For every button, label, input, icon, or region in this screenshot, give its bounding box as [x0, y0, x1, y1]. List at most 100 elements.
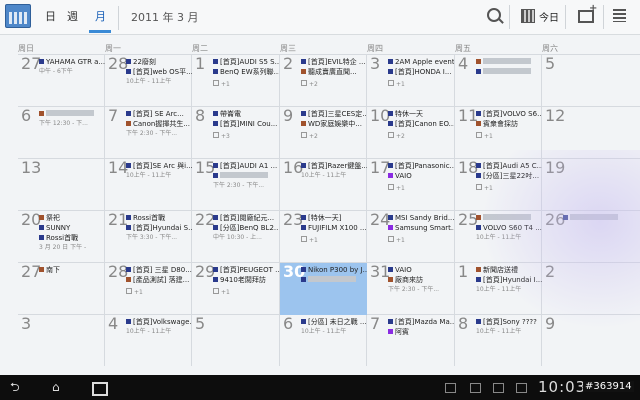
day-cell[interactable]: 16 [首頁]Razer鍵盤... 10上午 - 11上午	[280, 159, 367, 211]
event-chip[interactable]	[476, 214, 542, 222]
event-chip[interactable]: [首頁]閱廠紀元...	[213, 214, 279, 222]
day-cell[interactable]: 8 帶崙電 [首頁]MINI Cou... +3	[192, 107, 279, 159]
day-cell[interactable]: 20 祭祀 SUNNY Rossi首戰 3 月 20 日 下午 -	[18, 211, 105, 263]
day-cell[interactable]: 28 22廢刻 [首頁]web OS平... 10上午 - 11上午	[105, 55, 192, 107]
event-chip[interactable]: [首頁]Volkswage...	[126, 318, 192, 326]
event-chip[interactable]: 聽成賣廣直聞...	[301, 68, 367, 76]
event-chip[interactable]	[476, 68, 542, 76]
day-cell[interactable]: 2	[542, 263, 629, 315]
event-chip[interactable]: [首頁]Audi A5 C...	[476, 162, 542, 170]
event-chip[interactable]: [首頁]Canon EO...	[388, 120, 454, 128]
day-cell[interactable]: 13	[18, 159, 105, 211]
event-chip[interactable]: 廠商來訪	[388, 276, 454, 284]
day-cell[interactable]: 8 [首頁]Sony ???? 10上午 - 11上午	[455, 315, 542, 367]
event-chip[interactable]: 2AM Apple event	[388, 58, 454, 66]
more-events-indicator[interactable]: +1	[476, 184, 493, 192]
event-chip[interactable]: Rossi首戰	[39, 234, 105, 242]
event-chip[interactable]: VAIO	[388, 266, 454, 274]
more-events-indicator[interactable]: +1	[301, 236, 318, 244]
event-chip[interactable]: Nikon P300 by J...	[301, 266, 367, 274]
day-cell[interactable]: 29 [首頁]PEUGEOT ... 9410老闆拜訪 +1	[192, 263, 279, 315]
event-chip[interactable]: VAIO	[388, 172, 454, 180]
day-cell[interactable]: 17 [首頁]Panasonic... VAIO +1	[367, 159, 454, 211]
day-cell[interactable]: 7 [首頁] SE Arc... Canon握揮共生... 下午 2:30 - 下午.…	[105, 107, 192, 159]
day-cell[interactable]: 18 [首頁]Audi A5 C... [分區]三星22吋... +1	[455, 159, 542, 211]
tab-day[interactable]: 日	[45, 8, 56, 24]
day-cell[interactable]: 27 南下	[18, 263, 105, 315]
more-events-indicator[interactable]: +1	[476, 132, 493, 140]
day-cell[interactable]: 4 [首頁]Volkswage... 10上午 - 11上午	[105, 315, 192, 367]
day-cell[interactable]: 15 [首頁]AUDI A1 ... 下午 2:30 - 下午...	[192, 159, 279, 211]
month-title[interactable]: 2011 年 3 月	[131, 9, 198, 25]
more-events-indicator[interactable]: +1	[388, 236, 405, 244]
notification-icon[interactable]	[470, 383, 481, 393]
day-cell[interactable]: 25 VOLVO S60 T4 ... 10上午 - 11上午	[455, 211, 542, 263]
today-button[interactable]: 今日	[539, 9, 559, 24]
event-chip[interactable]: FUJIFILM X100 ...	[301, 224, 367, 232]
event-chip[interactable]	[213, 172, 279, 180]
event-chip[interactable]: [特休一天]	[301, 214, 367, 222]
event-chip[interactable]: 帶崙電	[213, 110, 279, 118]
event-chip[interactable]: [首頁] 三星 D80...	[126, 266, 192, 274]
tab-month[interactable]: 月	[95, 8, 106, 24]
day-cell[interactable]: 26	[542, 211, 629, 263]
event-chip[interactable]: [首頁]Hyundai I...	[476, 276, 542, 284]
day-cell[interactable]: 22 [首頁]閱廠紀元... [分區]BenQ BL2... 中午 10:30 - 上…	[192, 211, 279, 263]
event-chip[interactable]: Samsung Smart...	[388, 224, 454, 232]
day-cell[interactable]: 5	[542, 55, 629, 107]
day-cell[interactable]: 7 [首頁]Mazda Ma... 阿賓	[367, 315, 454, 367]
event-chip[interactable]: 新聞店送禮	[476, 266, 542, 274]
day-cell[interactable]: 11 [首頁]VOLVO S6... 賓衆會採訪 +1	[455, 107, 542, 159]
mail-icon[interactable]	[516, 383, 527, 393]
event-chip[interactable]: [首頁]VOLVO S6...	[476, 110, 542, 118]
event-chip[interactable]: [首頁]AUDI S5 S...	[213, 58, 279, 66]
event-chip[interactable]: WD家庭娛樂中...	[301, 120, 367, 128]
event-chip[interactable]: [首頁]web OS平...	[126, 68, 192, 76]
day-cell[interactable]: 2 [首頁]EVIL特企 ... 聽成賣廣直聞... +2	[280, 55, 367, 107]
tab-week[interactable]: 週	[67, 8, 78, 24]
more-events-indicator[interactable]: +1	[388, 184, 405, 192]
event-chip[interactable]: Canon握揮共生...	[126, 120, 192, 128]
event-chip[interactable]: SUNNY	[39, 224, 105, 232]
day-cell[interactable]: 1 [首頁]AUDI S5 S... BenQ EW系列聯... +1	[192, 55, 279, 107]
event-chip[interactable]	[39, 110, 105, 118]
day-cell[interactable]: 28 [首頁] 三星 D80... [產品測試] 落建... +1	[105, 263, 192, 315]
event-chip[interactable]: YAHAMA GTR a...	[39, 58, 105, 66]
day-cell[interactable]: 14 [首頁]SE Arc 與i... 10上午 - 11上午	[105, 159, 192, 211]
day-cell[interactable]: 23 [特休一天] FUJIFILM X100 ... +1	[280, 211, 367, 263]
add-event-icon[interactable]	[578, 3, 597, 23]
event-chip[interactable]: [首頁]Razer鍵盤...	[301, 162, 367, 170]
menu-icon[interactable]	[613, 9, 626, 22]
event-chip[interactable]: [首頁]EVIL特企 ...	[301, 58, 367, 66]
event-chip[interactable]	[563, 214, 629, 222]
day-cell[interactable]: 21 Rossi首戰 [首頁]Hyundai S... 下午 3:30 - 下午...	[105, 211, 192, 263]
day-cell[interactable]: 19	[542, 159, 629, 211]
day-cell[interactable]: 3	[18, 315, 105, 367]
day-cell[interactable]: 4	[455, 55, 542, 107]
event-chip[interactable]: [首頁]PEUGEOT ...	[213, 266, 279, 274]
event-chip[interactable]: [首頁]Mazda Ma...	[388, 318, 454, 326]
more-events-indicator[interactable]: +1	[213, 80, 230, 88]
day-cell[interactable]: 3 2AM Apple event [首頁]HONDA I... +1	[367, 55, 454, 107]
more-events-indicator[interactable]: +1	[388, 80, 405, 88]
event-chip[interactable]: [分區]三星22吋...	[476, 172, 542, 180]
day-cell[interactable]: 5	[192, 315, 279, 367]
day-cell[interactable]: 6 下午 12:30 - 下...	[18, 107, 105, 159]
more-events-indicator[interactable]: +3	[213, 132, 230, 140]
event-chip[interactable]: [首頁]三星CES定...	[301, 110, 367, 118]
event-chip[interactable]: 阿賓	[388, 328, 454, 336]
back-icon[interactable]: ⮌	[10, 380, 28, 394]
event-chip[interactable]: 特休一天	[388, 110, 454, 118]
more-events-indicator[interactable]: +2	[301, 132, 318, 140]
event-chip[interactable]: 祭祀	[39, 214, 105, 222]
event-chip[interactable]: [產品測試] 落建...	[126, 276, 192, 284]
event-chip[interactable]: Rossi首戰	[126, 214, 192, 222]
event-chip[interactable]: [分區] 未日之戰 ...	[301, 318, 367, 326]
day-cell[interactable]: 1 新聞店送禮 [首頁]Hyundai I... 10上午 - 11上午	[455, 263, 542, 315]
day-cell[interactable]: 9	[542, 315, 629, 367]
event-chip[interactable]	[476, 58, 542, 66]
event-chip[interactable]: [首頁]MINI Cou...	[213, 120, 279, 128]
day-cell[interactable]: 31 VAIO 廠商來訪 下午 2:30 - 下午...	[367, 263, 454, 315]
home-icon[interactable]: ⌂	[52, 380, 68, 394]
day-cell[interactable]: 12	[542, 107, 629, 159]
